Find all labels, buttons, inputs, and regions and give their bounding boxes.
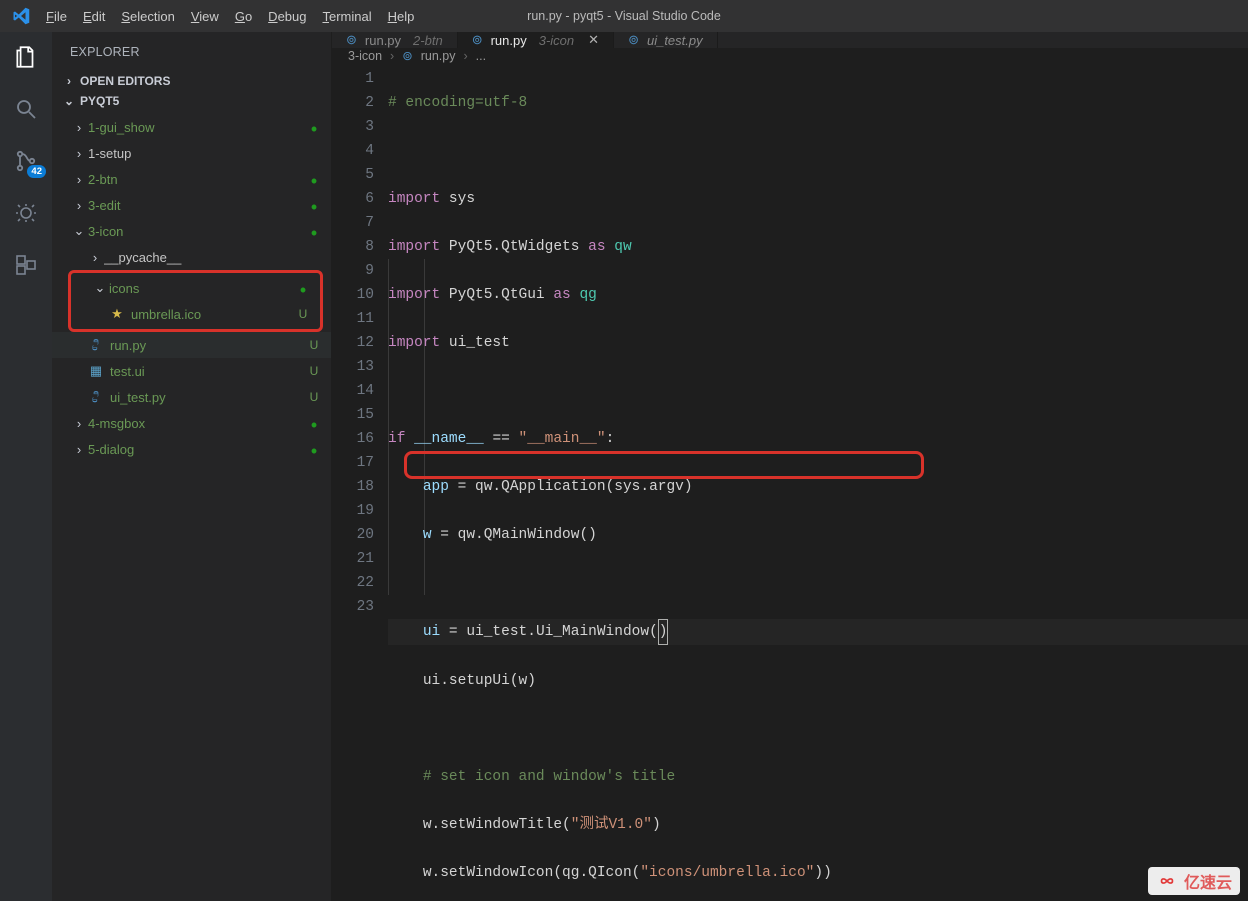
- tab-run-3icon[interactable]: ⊚ run.py 3-icon ✕: [458, 32, 614, 48]
- chevron-right-icon: ›: [62, 74, 76, 88]
- python-file-icon: ⊚: [628, 32, 639, 48]
- git-u-icon: U: [307, 338, 321, 352]
- python-file-icon: ⊚: [472, 32, 483, 48]
- title-bar: FFileile Edit Selection View Go Debug Te…: [0, 0, 1248, 32]
- search-tab-icon[interactable]: [11, 94, 41, 124]
- chevron-right-icon: ›: [463, 49, 467, 63]
- menu-selection[interactable]: Selection: [113, 5, 182, 28]
- menu-debug[interactable]: Debug: [260, 5, 314, 28]
- chevron-right-icon: ›: [390, 49, 394, 63]
- git-u-icon: U: [296, 307, 310, 321]
- scm-tab-icon[interactable]: 42: [11, 146, 41, 176]
- open-editors-label: OPEN EDITORS: [80, 74, 170, 88]
- folder-3-icon[interactable]: ⌄3-icon •: [52, 218, 331, 244]
- sidebar-title: EXPLORER: [52, 32, 331, 72]
- folder-1-setup[interactable]: ›1-setup: [52, 140, 331, 166]
- git-u-icon: U: [307, 364, 321, 378]
- menu-help[interactable]: Help: [380, 5, 423, 28]
- file-ui-test-py[interactable]: ui_test.py U: [52, 384, 331, 410]
- explorer-sidebar: EXPLORER › OPEN EDITORS ⌄ PYQT5 ›1-gui_s…: [52, 32, 332, 901]
- annotation-box-icons: ⌄icons • ★ umbrella.ico U: [68, 270, 323, 332]
- line-numbers: 1234567891011121314151617181920212223: [332, 63, 388, 901]
- python-file-icon: ⊚: [402, 48, 412, 63]
- folder-4-msgbox[interactable]: ›4-msgbox •: [52, 410, 331, 436]
- python-file-icon: ⊚: [346, 32, 357, 48]
- star-icon: ★: [109, 306, 125, 322]
- open-editors-section[interactable]: › OPEN EDITORS: [52, 72, 331, 92]
- breadcrumb-folder[interactable]: 3-icon: [348, 49, 382, 63]
- file-tree: ›1-gui_show • ›1-setup ›2-btn • ›3-edit …: [52, 112, 331, 468]
- menu-go[interactable]: Go: [227, 5, 260, 28]
- folder-1-gui-show[interactable]: ›1-gui_show •: [52, 114, 331, 140]
- workspace-section[interactable]: ⌄ PYQT5: [52, 92, 331, 112]
- breadcrumb-file[interactable]: run.py: [421, 49, 456, 63]
- menu-edit[interactable]: Edit: [75, 5, 113, 28]
- editor-group: ⊚ run.py 2-btn ⊚ run.py 3-icon ✕ ⊚ ui_te…: [332, 32, 1248, 901]
- code-editor[interactable]: 1234567891011121314151617181920212223 # …: [332, 63, 1248, 901]
- debug-tab-icon[interactable]: [11, 198, 41, 228]
- menu-terminal[interactable]: Terminal: [314, 5, 379, 28]
- menu-view[interactable]: View: [183, 5, 227, 28]
- chevron-down-icon: ⌄: [62, 94, 76, 108]
- menu-bar: FFileile Edit Selection View Go Debug Te…: [38, 5, 422, 28]
- extensions-tab-icon[interactable]: [11, 250, 41, 280]
- ui-file-icon: ▦: [88, 363, 104, 379]
- tab-run-2btn[interactable]: ⊚ run.py 2-btn: [332, 32, 458, 48]
- window-title: run.py - pyqt5 - Visual Studio Code: [527, 9, 721, 23]
- close-icon[interactable]: ✕: [588, 32, 599, 48]
- code-body[interactable]: # encoding=utf-8 import sys import PyQt5…: [388, 63, 1248, 901]
- file-test-ui[interactable]: ▦ test.ui U: [52, 358, 331, 384]
- editor-tabs: ⊚ run.py 2-btn ⊚ run.py 3-icon ✕ ⊚ ui_te…: [332, 32, 1248, 48]
- watermark: 亿速云: [1148, 867, 1240, 895]
- scm-badge: 42: [27, 165, 46, 178]
- menu-file[interactable]: FFileile: [38, 5, 75, 28]
- folder-3-edit[interactable]: ›3-edit •: [52, 192, 331, 218]
- workspace-name: PYQT5: [80, 94, 119, 108]
- file-umbrella-ico[interactable]: ★ umbrella.ico U: [71, 301, 320, 327]
- file-run-py[interactable]: run.py U: [52, 332, 331, 358]
- breadcrumb[interactable]: 3-icon › ⊚ run.py › ...: [332, 48, 1248, 63]
- folder-icons[interactable]: ⌄icons •: [71, 275, 320, 301]
- folder-2-btn[interactable]: ›2-btn •: [52, 166, 331, 192]
- git-u-icon: U: [307, 390, 321, 404]
- folder-pycache[interactable]: ›__pycache__: [52, 244, 331, 270]
- breadcrumb-more[interactable]: ...: [476, 49, 486, 63]
- tab-ui-test[interactable]: ⊚ ui_test.py: [614, 32, 718, 48]
- annotation-box-setwindowicon: [404, 451, 924, 479]
- activity-bar: 42: [0, 32, 52, 901]
- vscode-logo-icon: [12, 7, 30, 25]
- explorer-tab-icon[interactable]: [11, 42, 41, 72]
- python-file-icon: [88, 338, 104, 352]
- infinity-icon: [1156, 874, 1178, 888]
- python-file-icon: [88, 390, 104, 404]
- folder-5-dialog[interactable]: ›5-dialog •: [52, 436, 331, 462]
